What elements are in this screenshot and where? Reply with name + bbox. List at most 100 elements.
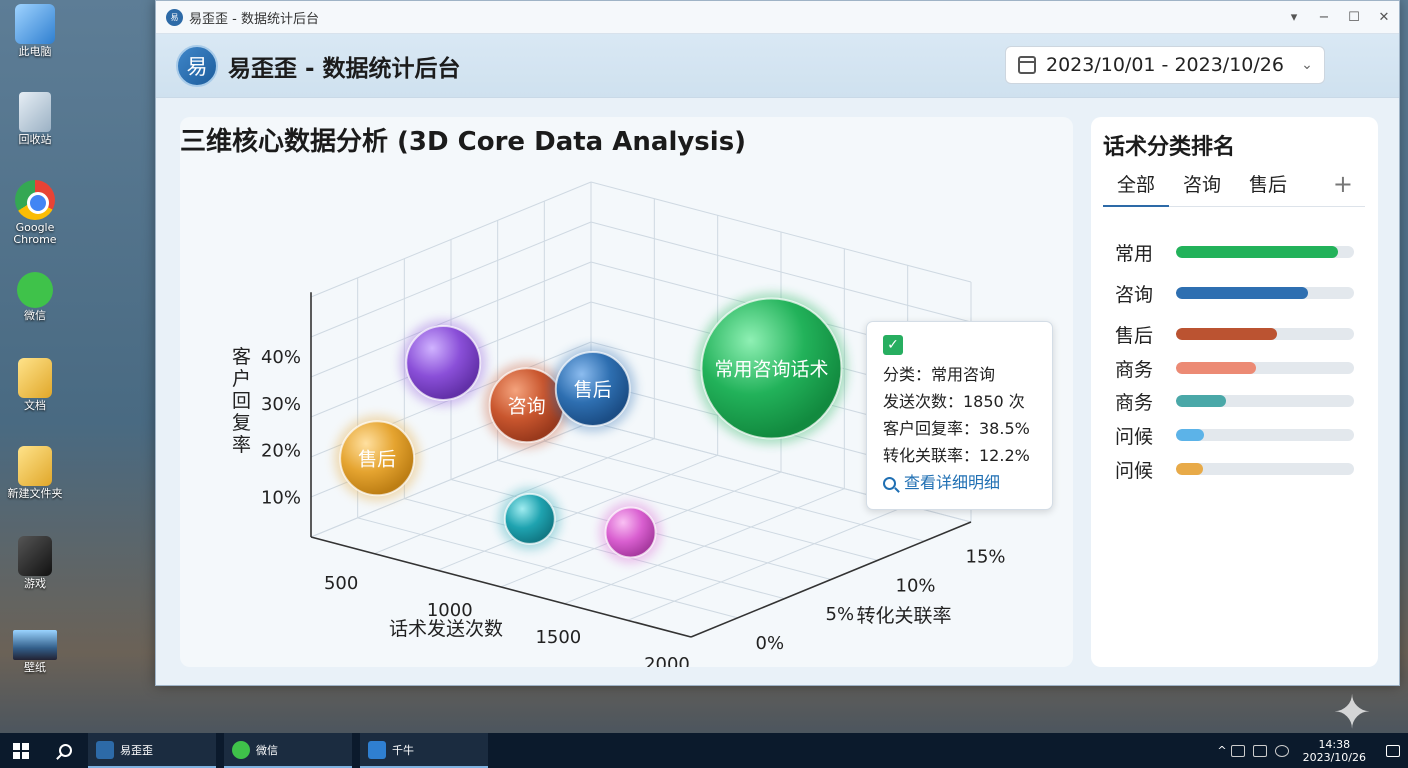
network-icon[interactable] — [1230, 744, 1245, 757]
desktop-icon-label: 壁纸 — [24, 661, 46, 674]
tooltip-reply-rate: 客户回复率：38.5% — [883, 419, 1030, 438]
z-tick-label: 30% — [261, 394, 301, 415]
z-axis-label: 客户回复率 — [232, 346, 251, 456]
desktop-icon-recycle-bin[interactable]: 回收站 — [4, 92, 66, 146]
ranking-row[interactable]: 咨询 — [1115, 278, 1365, 308]
desktop-icon-computer[interactable]: 此电脑 — [4, 4, 66, 58]
wechat-icon — [17, 272, 53, 308]
volume-icon[interactable] — [1252, 744, 1267, 757]
start-button[interactable] — [0, 733, 42, 768]
ranking-row[interactable]: 常用 — [1115, 237, 1365, 267]
system-tray: ^ 14:38 2023/10/26 — [1217, 733, 1408, 768]
bubble-mark[interactable] — [604, 506, 657, 559]
ranking-label: 售后 — [1115, 324, 1154, 347]
desktop-icon-folder[interactable]: 文档 — [4, 358, 66, 412]
system-clock[interactable]: 14:38 2023/10/26 — [1303, 738, 1366, 764]
ranking-bar-fill — [1176, 246, 1338, 258]
tab-after-sales[interactable]: 售后 — [1235, 169, 1301, 207]
ranking-row[interactable]: 售后 — [1115, 319, 1365, 349]
x-tick-label: 1500 — [535, 627, 581, 648]
bubble-3[interactable]: 售后 — [334, 415, 421, 502]
x-axis-label: 话术发送次数 — [389, 618, 503, 640]
tooltip-category: 分类：常用咨询 — [883, 365, 996, 384]
ranking-bar-track — [1176, 429, 1354, 441]
desktop-icon-label: 新建文件夹 — [7, 487, 63, 500]
menu-dropdown-button[interactable]: ▾ — [1279, 2, 1309, 32]
ime-icon[interactable] — [1274, 744, 1289, 757]
bubble-mark[interactable] — [503, 492, 556, 545]
desktop-icon-chrome[interactable]: Google Chrome — [4, 180, 66, 246]
ranking-bar-fill — [1176, 395, 1226, 407]
bubble-5[interactable] — [498, 487, 561, 550]
bubble-mark[interactable] — [405, 324, 482, 401]
ranking-row[interactable]: 问候 — [1115, 454, 1365, 484]
desktop-icon-game[interactable]: 游戏 — [4, 536, 66, 590]
wechat-icon — [232, 740, 250, 759]
app-logo: 易 — [176, 44, 218, 87]
bubble-label: 咨询 — [508, 395, 546, 417]
window-title: 易歪歪 - 数据统计后台 — [189, 11, 319, 27]
search-button[interactable] — [42, 733, 88, 768]
view-details-label: 查看详细明细 — [904, 473, 1001, 492]
notification-icon — [1386, 744, 1400, 757]
recycle-bin-icon — [19, 92, 51, 132]
taskbar-app-label: 微信 — [256, 743, 278, 757]
taskbar-app-yiwaiwai[interactable]: 易歪歪 — [88, 733, 216, 768]
desktop-icon-label: Google Chrome — [13, 221, 57, 246]
y-tick-label: 0% — [756, 633, 785, 654]
bubble-0[interactable]: 常用咨询话术 — [695, 292, 848, 445]
qianniu-icon — [368, 740, 386, 759]
desktop-icon-folder[interactable]: 新建文件夹 — [4, 446, 66, 500]
search-icon — [58, 744, 72, 757]
date-range-picker[interactable]: 2023/10/01 - 2023/10/26 ⌄ — [1005, 46, 1325, 84]
ranking-bar-fill — [1176, 362, 1257, 374]
bubble-6[interactable] — [599, 501, 662, 564]
folder-icon — [18, 446, 52, 486]
z-tick-label: 20% — [261, 441, 301, 462]
ranking-bar-track — [1176, 362, 1354, 374]
check-icon[interactable]: ✓ — [883, 335, 903, 355]
clock-time: 14:38 — [1318, 737, 1351, 751]
tooltip-conversion-rate: 转化关联率：12.2% — [883, 446, 1030, 465]
ranking-row[interactable]: 商务 — [1115, 386, 1365, 416]
ranking-row[interactable]: 商务 — [1115, 353, 1365, 383]
chart-title: 三维核心数据分析 (3D Core Data Analysis) — [180, 127, 747, 157]
desktop-icon-label: 此电脑 — [18, 45, 52, 58]
taskbar-app-label: 易歪歪 — [120, 743, 153, 757]
game-icon — [18, 536, 52, 576]
desktop-icon-image[interactable]: 壁纸 — [4, 630, 66, 674]
ranking-title: 话术分类排名 — [1103, 135, 1236, 160]
ranking-label: 问候 — [1115, 459, 1154, 482]
tray-expand-icon[interactable]: ^ — [1217, 744, 1226, 757]
bubble-4[interactable] — [400, 319, 487, 406]
bubble-2[interactable]: 售后 — [549, 345, 636, 432]
tab-consult[interactable]: 咨询 — [1169, 169, 1235, 207]
taskbar-app-wechat[interactable]: 微信 — [224, 733, 352, 768]
date-range-value: 2023/10/01 - 2023/10/26 — [1046, 54, 1284, 76]
notification-button[interactable] — [1378, 733, 1408, 768]
window-titlebar[interactable]: 易 易歪歪 - 数据统计后台 ▾ − ☐ ✕ — [156, 1, 1399, 34]
ranking-row[interactable]: 问候 — [1115, 420, 1365, 450]
app-icon: 易 — [166, 8, 183, 26]
add-tab-button[interactable]: + — [1333, 169, 1365, 206]
ranking-bar-track — [1176, 246, 1354, 258]
image-icon — [13, 630, 57, 660]
clock-date: 2023/10/26 — [1302, 750, 1366, 764]
close-button[interactable]: ✕ — [1369, 2, 1399, 32]
minimize-button[interactable]: − — [1309, 2, 1339, 32]
calendar-icon — [1018, 56, 1036, 74]
zoom-icon — [883, 476, 896, 490]
ranking-bar-track — [1176, 463, 1354, 475]
desktop-icon-wechat[interactable]: 微信 — [4, 272, 66, 322]
maximize-button[interactable]: ☐ — [1339, 2, 1369, 32]
tooltip-send-count: 发送次数：1850 次 — [883, 392, 1025, 411]
desktop-icon-label: 文档 — [24, 399, 46, 412]
bubble-label: 常用咨询话术 — [714, 359, 828, 381]
bubble-tooltip: ✓ 分类：常用咨询 发送次数：1850 次 客户回复率：38.5% 转化关联率：… — [866, 321, 1053, 510]
z-tick-label: 40% — [261, 347, 301, 368]
tab-all[interactable]: 全部 — [1103, 169, 1170, 207]
chevron-down-icon: ⌄ — [1301, 57, 1313, 73]
taskbar-app-qianniu[interactable]: 千牛 — [360, 733, 488, 768]
ranking-bar-fill — [1176, 429, 1205, 441]
view-details-link[interactable]: 查看详细明细 — [883, 469, 1052, 497]
